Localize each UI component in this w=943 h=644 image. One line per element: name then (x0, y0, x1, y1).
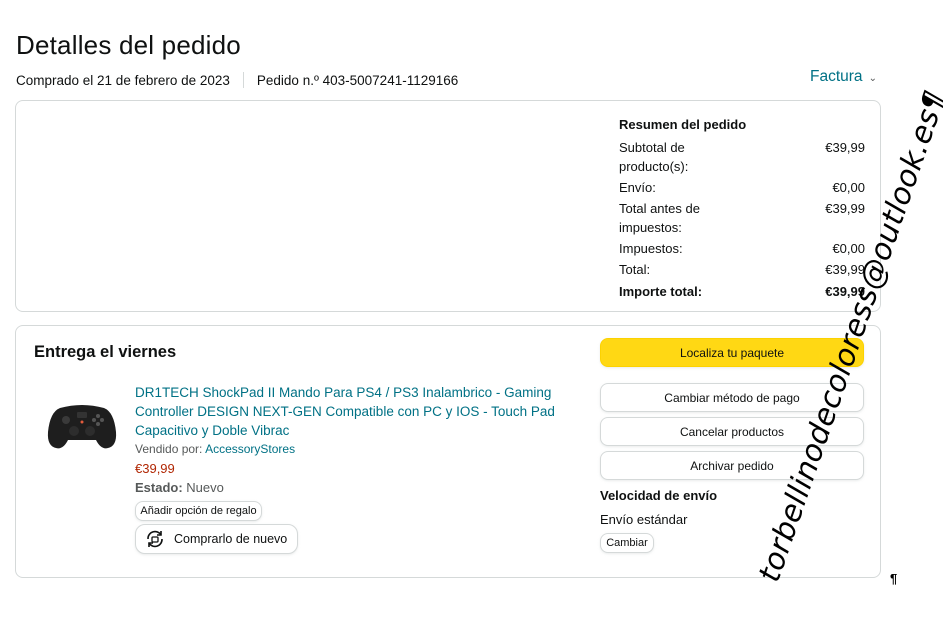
add-gift-option-button[interactable]: Añadir opción de regalo (135, 501, 262, 521)
order-meta: Comprado el 21 de febrero de 2023 Pedido… (16, 72, 458, 88)
order-summary: Resumen del pedido Subtotal de producto(… (619, 117, 865, 303)
summary-value: €39,99 (825, 284, 865, 299)
summary-label: Total antes de impuestos: (619, 201, 700, 235)
seller-link[interactable]: AccessoryStores (205, 442, 295, 456)
archive-order-button[interactable]: Archivar pedido (600, 451, 864, 480)
delivery-card: Entrega el viernes DR1TECH ShockPad II M… (15, 325, 881, 578)
summary-heading: Resumen del pedido (619, 117, 747, 132)
summary-value: €39,99 (825, 262, 865, 277)
order-number: Pedido n.º 403-5007241-1129166 (256, 72, 459, 88)
item-condition: Estado: Nuevo (135, 480, 224, 495)
condition-value: Nuevo (186, 480, 224, 495)
summary-value: €39,99 (825, 140, 865, 155)
summary-row-shipping: Envío: €0,00 (619, 178, 865, 197)
shipping-speed-value: Envío estándar (600, 512, 688, 527)
gamepad-image[interactable] (46, 398, 118, 454)
invoice-label: Factura (810, 68, 863, 85)
delivery-title: Entrega el viernes (34, 343, 177, 361)
invoice-dropdown[interactable]: Factura ⌄ (810, 68, 877, 86)
meta-divider (242, 72, 244, 88)
summary-label: Importe total: (619, 284, 703, 299)
summary-label: Envío: (619, 180, 656, 195)
purchase-date: Comprado el 21 de febrero de 2023 (16, 72, 230, 88)
pilcrow-mark: ¶ (890, 571, 898, 586)
order-summary-card: Resumen del pedido Subtotal de producto(… (15, 100, 881, 312)
page-title: Detalles del pedido (16, 30, 241, 60)
track-package-button[interactable]: Localiza tu paquete (600, 338, 864, 367)
product-title-link[interactable]: DR1TECH ShockPad II Mando Para PS4 / PS3… (135, 383, 555, 440)
buy-again-button[interactable]: Comprarlo de nuevo (135, 524, 298, 554)
summary-row-taxes: Impuestos: €0,00 (619, 239, 865, 258)
summary-row-pretax: Total antes de impuestos: €39,99 (619, 199, 865, 237)
buy-again-icon (147, 530, 163, 548)
shipping-speed-title: Velocidad de envío (600, 488, 718, 503)
change-payment-button[interactable]: Cambiar método de pago (600, 383, 864, 412)
summary-row-total: Total: €39,99 (619, 260, 865, 279)
summary-value: €0,00 (832, 241, 865, 256)
summary-row-subtotal: Subtotal de producto(s): €39,99 (619, 138, 865, 176)
summary-value: €0,00 (832, 180, 865, 195)
summary-label: Impuestos: (619, 241, 683, 256)
seller-line: Vendido por: AccessoryStores (135, 442, 295, 456)
condition-label: Estado: (135, 480, 183, 495)
summary-value: €39,99 (825, 201, 865, 216)
summary-label: Subtotal de producto(s): (619, 140, 689, 174)
summary-row-grand-total: Importe total: €39,99 (619, 282, 865, 301)
summary-label: Total: (619, 262, 651, 277)
change-shipping-button[interactable]: Cambiar (600, 533, 654, 553)
item-price: €39,99 (135, 461, 175, 476)
buy-again-label: Comprarlo de nuevo (174, 532, 288, 546)
sold-by-label: Vendido por: (135, 442, 203, 456)
chevron-down-icon: ⌄ (868, 72, 877, 84)
cancel-items-button[interactable]: Cancelar productos (600, 417, 864, 446)
